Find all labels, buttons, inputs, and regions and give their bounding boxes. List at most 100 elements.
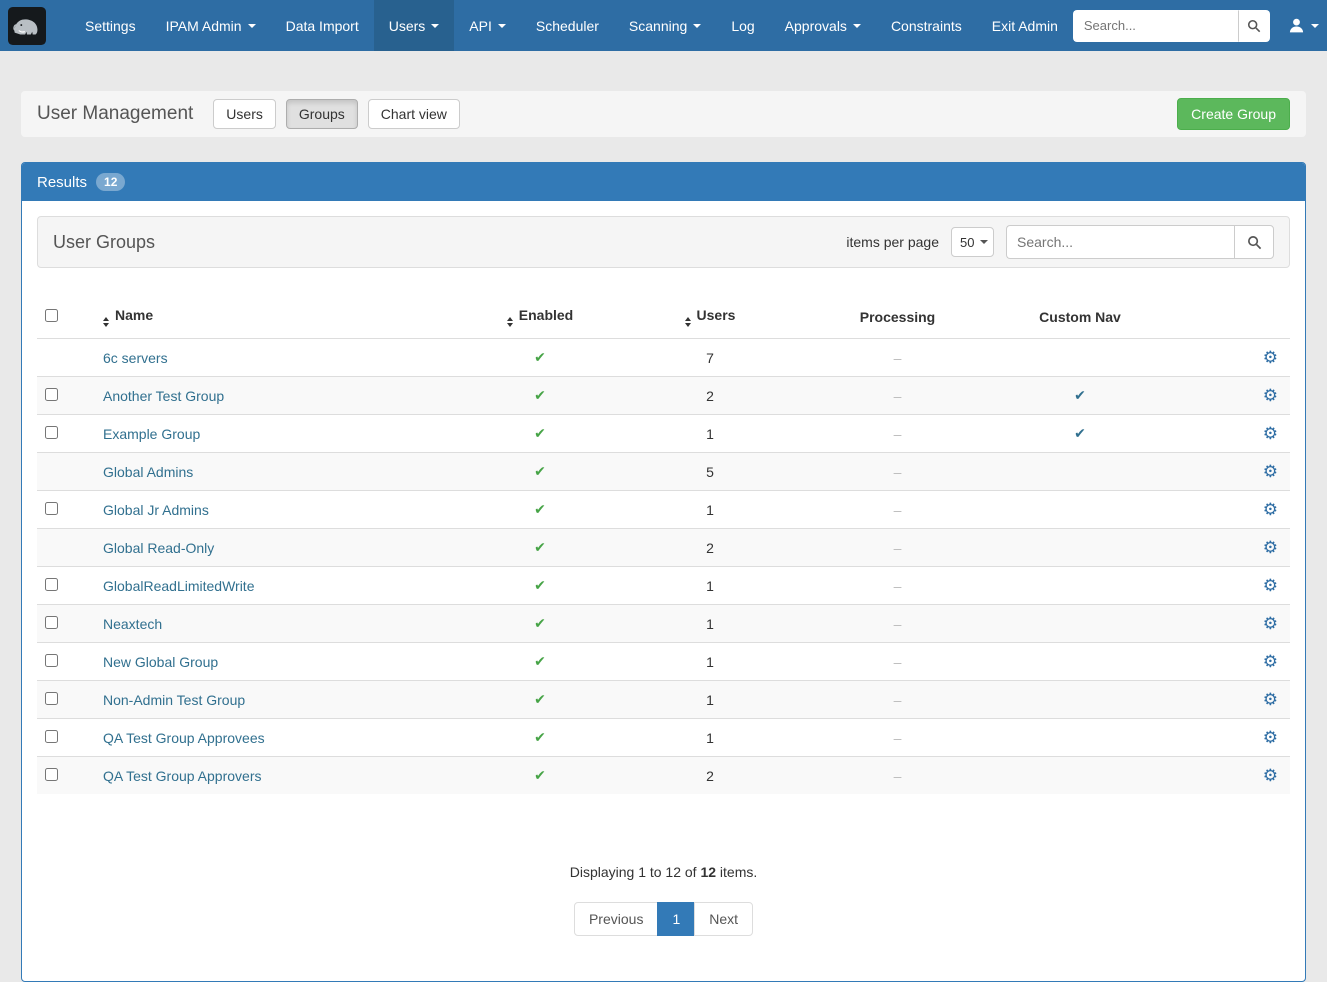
row-custom-nav-cell [980,453,1180,491]
group-name-link[interactable]: QA Test Group Approvers [103,768,262,784]
row-checkbox[interactable] [45,768,58,781]
row-processing-cell: – [815,757,980,795]
nav-item-scanning[interactable]: Scanning [614,0,716,51]
column-header-enabled[interactable]: Enabled [475,296,605,339]
gear-icon[interactable]: ⚙ [1263,652,1278,671]
row-actions-cell: ⚙ [1180,415,1290,453]
table-row: QA Test Group Approvers ✔ 2 – ⚙ [37,757,1290,795]
row-processing-cell: – [815,529,980,567]
row-name-cell: New Global Group [95,643,475,681]
group-name-link[interactable]: Another Test Group [103,388,224,404]
user-groups-title: User Groups [53,232,155,253]
row-actions-cell: ⚙ [1180,567,1290,605]
table-search-button[interactable] [1234,225,1274,259]
nav-item-log[interactable]: Log [716,0,769,51]
group-name-link[interactable]: Example Group [103,426,200,442]
tab-groups[interactable]: Groups [286,99,358,129]
nav-item-users[interactable]: Users [374,0,455,51]
group-name-link[interactable]: 6c servers [103,350,168,366]
table-row: Another Test Group ✔ 2 – ✔ ⚙ [37,377,1290,415]
row-select-cell [37,757,95,795]
users-count: 5 [605,453,815,491]
row-name-cell: Example Group [95,415,475,453]
nav-item-scheduler[interactable]: Scheduler [521,0,614,51]
group-name-link[interactable]: Global Jr Admins [103,502,209,518]
row-checkbox[interactable] [45,388,58,401]
gear-icon[interactable]: ⚙ [1263,728,1278,747]
group-name-link[interactable]: Neaxtech [103,616,162,632]
nav-item-ipam-admin[interactable]: IPAM Admin [151,0,271,51]
tab-chart-view[interactable]: Chart view [368,99,460,129]
nav-label: Exit Admin [992,18,1058,34]
gear-icon[interactable]: ⚙ [1263,386,1278,405]
nav-item-data-import[interactable]: Data Import [271,0,374,51]
group-name-link[interactable]: Non-Admin Test Group [103,692,245,708]
row-checkbox[interactable] [45,730,58,743]
nav-item-settings[interactable]: Settings [70,0,151,51]
gear-icon[interactable]: ⚙ [1263,500,1278,519]
nav-item-api[interactable]: API [454,0,521,51]
table-search-input[interactable] [1006,225,1234,259]
column-header-name[interactable]: Name [95,296,475,339]
gear-icon[interactable]: ⚙ [1263,614,1278,633]
app-logo[interactable] [8,7,46,45]
navbar-search-button[interactable] [1238,10,1270,42]
nav-item-constraints[interactable]: Constraints [876,0,977,51]
page-content: User Management Users Groups Chart view … [0,51,1327,982]
enabled-check-icon: ✔ [534,463,546,479]
user-icon [1288,17,1305,34]
gear-icon[interactable]: ⚙ [1263,576,1278,595]
processing-value: – [894,426,902,442]
column-label: Custom Nav [1039,309,1121,325]
column-header-processing: Processing [815,296,980,339]
row-checkbox[interactable] [45,654,58,667]
summary-count: 12 [700,864,716,880]
row-processing-cell: – [815,491,980,529]
nav-label: Constraints [891,18,962,34]
items-per-page-select[interactable]: 50 [951,227,994,257]
user-menu[interactable] [1286,13,1321,38]
gear-icon[interactable]: ⚙ [1263,538,1278,557]
pagination-next[interactable]: Next [694,902,753,936]
table-row: Non-Admin Test Group ✔ 1 – ⚙ [37,681,1290,719]
nav-item-approvals[interactable]: Approvals [770,0,876,51]
group-name-link[interactable]: GlobalReadLimitedWrite [103,578,254,594]
row-checkbox[interactable] [45,502,58,515]
gear-icon[interactable]: ⚙ [1263,462,1278,481]
row-custom-nav-cell [980,339,1180,377]
column-header-users[interactable]: Users [605,296,815,339]
row-custom-nav-cell [980,529,1180,567]
users-count: 7 [605,339,815,377]
row-select-cell [37,567,95,605]
summary-prefix: Displaying 1 to 12 of [570,864,701,880]
row-name-cell: GlobalReadLimitedWrite [95,567,475,605]
navbar-search-input[interactable] [1073,10,1238,42]
row-enabled-cell: ✔ [475,719,605,757]
select-all-checkbox[interactable] [45,309,58,322]
gear-icon[interactable]: ⚙ [1263,424,1278,443]
tab-users[interactable]: Users [213,99,276,129]
pagination-page-1[interactable]: 1 [657,902,695,936]
nav-item-exit-admin[interactable]: Exit Admin [977,0,1073,51]
enabled-check-icon: ✔ [534,653,546,669]
pagination-previous[interactable]: Previous [574,902,658,936]
group-name-link[interactable]: New Global Group [103,654,218,670]
row-checkbox[interactable] [45,578,58,591]
group-name-link[interactable]: Global Read-Only [103,540,214,556]
results-panel-body: User Groups items per page 50 [22,201,1305,981]
row-select-cell [37,719,95,757]
row-checkbox[interactable] [45,692,58,705]
gear-icon[interactable]: ⚙ [1263,348,1278,367]
users-count: 1 [605,567,815,605]
create-group-button[interactable]: Create Group [1177,98,1290,130]
gear-icon[interactable]: ⚙ [1263,690,1278,709]
group-name-link[interactable]: QA Test Group Approvees [103,730,265,746]
users-count: 1 [605,681,815,719]
gear-icon[interactable]: ⚙ [1263,766,1278,785]
table-row: Global Jr Admins ✔ 1 – ⚙ [37,491,1290,529]
row-checkbox[interactable] [45,426,58,439]
row-custom-nav-cell: ✔ [980,377,1180,415]
row-checkbox[interactable] [45,616,58,629]
row-enabled-cell: ✔ [475,339,605,377]
group-name-link[interactable]: Global Admins [103,464,193,480]
